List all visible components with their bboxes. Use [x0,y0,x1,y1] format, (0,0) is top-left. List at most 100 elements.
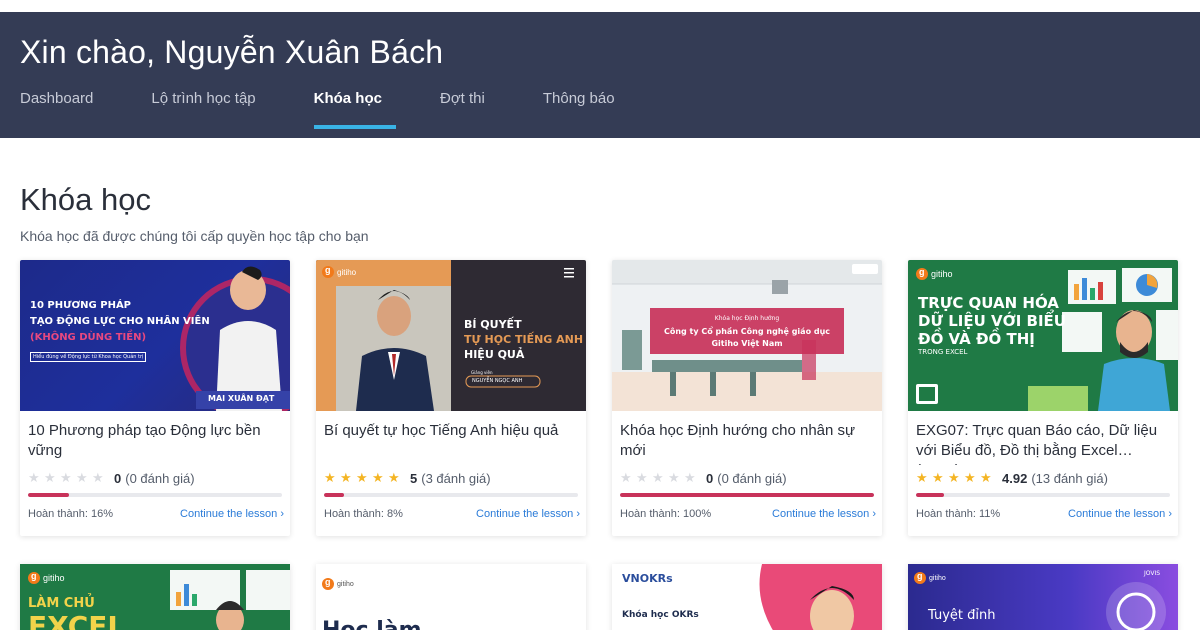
star-icon: ★ [932,470,944,485]
logo-text: gitiho [43,573,65,583]
chevron-right-icon: › [1168,508,1172,520]
course-thumbnail[interactable]: gitiho TRỰC QUAN HÓA DỮ LIỆU VỚI BIỂU ĐỒ… [908,260,1178,411]
course-card[interactable]: gitiho JOVIS Tuyệt đỉnh [908,564,1178,630]
course-card[interactable]: Khóa học Định hướng Công ty Cổ phần Công… [612,260,882,536]
progress-label: Hoàn thành: 100% [620,508,712,520]
continue-lesson-link[interactable]: Continue the lesson › [476,508,580,520]
thumb-author: NGUYỄN NGỌC ANH [472,378,523,384]
chevron-right-icon: › [576,508,580,520]
star-icon: ★ [668,470,680,485]
gitiho-logo: gitiho [28,571,65,584]
star-icon: ★ [372,470,384,485]
course-thumbnail[interactable]: Khóa học Định hướng Công ty Cổ phần Công… [612,260,882,411]
tab-exams[interactable]: Đợt thi [440,82,485,138]
course-title[interactable]: EXG07: Trực quan Báo cáo, Dữ liệu với Bi… [908,411,1178,465]
thumb-line1: Khóa học Định hướng [714,315,780,322]
gitiho-logo-icon [916,267,928,280]
star-rating: ★ ★ ★ ★ ★ [916,470,996,486]
course-card[interactable]: gitiho Học làm [316,564,586,630]
course-title[interactable]: Bí quyết tự học Tiếng Anh hiệu quả [316,411,586,465]
continue-lesson-link[interactable]: Continue the lesson › [1068,508,1172,520]
rating-score: 0 [114,470,122,486]
thumb-line4: TRONG EXCEL [918,348,968,356]
course-title[interactable]: 10 Phương pháp tạo Động lực bền vững [20,411,290,465]
gitiho-logo: gitiho [914,571,946,584]
course-card[interactable]: gitiho BÍ QUYẾT TỰ HỌC TIẾNG ANH HIỆU QU… [316,260,586,536]
rating: ★ ★ ★ ★ ★ 0 (0 đánh giá) [20,465,290,487]
rating-count: (0 đánh giá) [717,470,787,486]
rating: ★ ★ ★ ★ ★ 0 (0 đánh giá) [612,465,882,487]
thumb-line1: Học làm [322,618,422,630]
jovis-badge: JOVIS [1144,570,1161,577]
top-strip [0,0,1200,12]
continue-label: Continue the lesson [476,508,574,520]
logo-text: gitiho [337,267,357,277]
star-icon: ★ [388,470,400,485]
continue-lesson-link[interactable]: Continue the lesson › [180,508,284,520]
course-card[interactable]: VNOKRs Khóa học OKRs [612,564,882,630]
progress-label: Hoàn thành: 8% [324,508,403,520]
star-rating: ★ ★ ★ ★ ★ [324,470,404,486]
course-title[interactable]: Khóa học Định hướng cho nhân sự mới [612,411,882,465]
tab-courses[interactable]: Khóa học [313,82,397,138]
page-title: Khóa học [20,182,151,217]
course-thumbnail[interactable]: 10 PHƯƠNG PHÁP TẠO ĐỘNG LỰC CHO NHÂN VIÊ… [20,260,290,411]
star-icon: ★ [44,470,56,485]
course-grid: 10 PHƯƠNG PHÁP TẠO ĐỘNG LỰC CHO NHÂN VIÊ… [20,260,1180,536]
thumb-author: MAI XUÂN ĐẠT [208,394,275,403]
thumb-role: Giảng viên [471,370,493,375]
progress-label: Hoàn thành: 11% [916,508,1001,520]
course-card[interactable]: 10 PHƯƠNG PHÁP TẠO ĐỘNG LỰC CHO NHÂN VIÊ… [20,260,290,536]
thumb-line2: TỰ HỌC TIẾNG ANH [464,333,584,346]
rating: ★ ★ ★ ★ ★ 5 (3 đánh giá) [316,465,586,487]
logo-text: gitiho [337,580,354,588]
thumb-line1: 10 PHƯƠNG PHÁP [30,300,132,311]
continue-label: Continue the lesson [1068,508,1166,520]
logo-text: gitiho [929,574,946,582]
header: Xin chào, Nguyễn Xuân Bách Dashboard Lộ … [0,12,1200,138]
star-icon: ★ [60,470,72,485]
star-icon: ★ [620,470,632,485]
gitiho-logo-icon [28,571,40,584]
star-icon: ★ [340,470,352,485]
star-rating: ★ ★ ★ ★ ★ [620,470,700,486]
star-icon: ★ [652,470,664,485]
thumb-line3: ĐỒ VÀ ĐỒ THỊ [918,330,1035,348]
thumb-line3: Gitiho Việt Nam [711,339,783,348]
thumb-line2: Công ty Cổ phần Công nghệ giáo dục [663,327,831,336]
chevron-right-icon: › [872,508,876,520]
rating: ★ ★ ★ ★ ★ 4.92 (13 đánh giá) [908,465,1178,487]
rating-count: (0 đánh giá) [125,470,195,486]
gitiho-logo-icon [322,577,334,590]
progress-label: Hoàn thành: 16% [28,508,114,520]
rating-score: 5 [410,470,418,486]
star-icon: ★ [636,470,648,485]
vnokrs-logo: VNOKRs [622,572,673,585]
thumb-line4: Hiểu đúng về Động lực từ Khoa học Quản t… [30,352,147,362]
star-icon: ★ [324,470,336,485]
continue-label: Continue the lesson [772,508,870,520]
course-thumbnail[interactable]: gitiho BÍ QUYẾT TỰ HỌC TIẾNG ANH HIỆU QU… [316,260,586,411]
gitiho-logo: gitiho [322,265,357,278]
continue-lesson-link[interactable]: Continue the lesson › [772,508,876,520]
page-subtitle: Khóa học đã được chúng tôi cấp quyền học… [20,228,369,244]
star-icon: ★ [684,470,696,485]
star-icon: ★ [92,470,104,485]
thumb-line2: DỮ LIỆU VỚI BIỂU [918,312,1066,330]
tab-notifications[interactable]: Thông báo [543,82,615,138]
nav-tabs: Dashboard Lộ trình học tập Khóa học Đợt … [20,82,673,138]
star-icon: ★ [356,470,368,485]
tab-learning-path[interactable]: Lộ trình học tập [151,82,255,138]
main-content: Khóa học Khóa học đã được chúng tôi cấp … [0,182,1200,630]
course-card[interactable]: gitiho TRỰC QUAN HÓA DỮ LIỆU VỚI BIỂU ĐỒ… [908,260,1178,536]
course-card[interactable]: gitiho LÀM CHỦ EXCEL [20,564,290,630]
chevron-right-icon: › [280,508,284,520]
star-icon: ★ [76,470,88,485]
logo-text: gitiho [931,269,953,279]
thumb-line1: TRỰC QUAN HÓA [918,294,1059,312]
gitiho-logo: gitiho [916,267,953,280]
gitiho-logo: gitiho [322,577,354,590]
thumb-line2: TẠO ĐỘNG LỰC CHO NHÂN VIÊN [30,316,210,327]
tab-dashboard[interactable]: Dashboard [20,82,93,138]
thumb-line2: EXCEL [28,610,126,630]
